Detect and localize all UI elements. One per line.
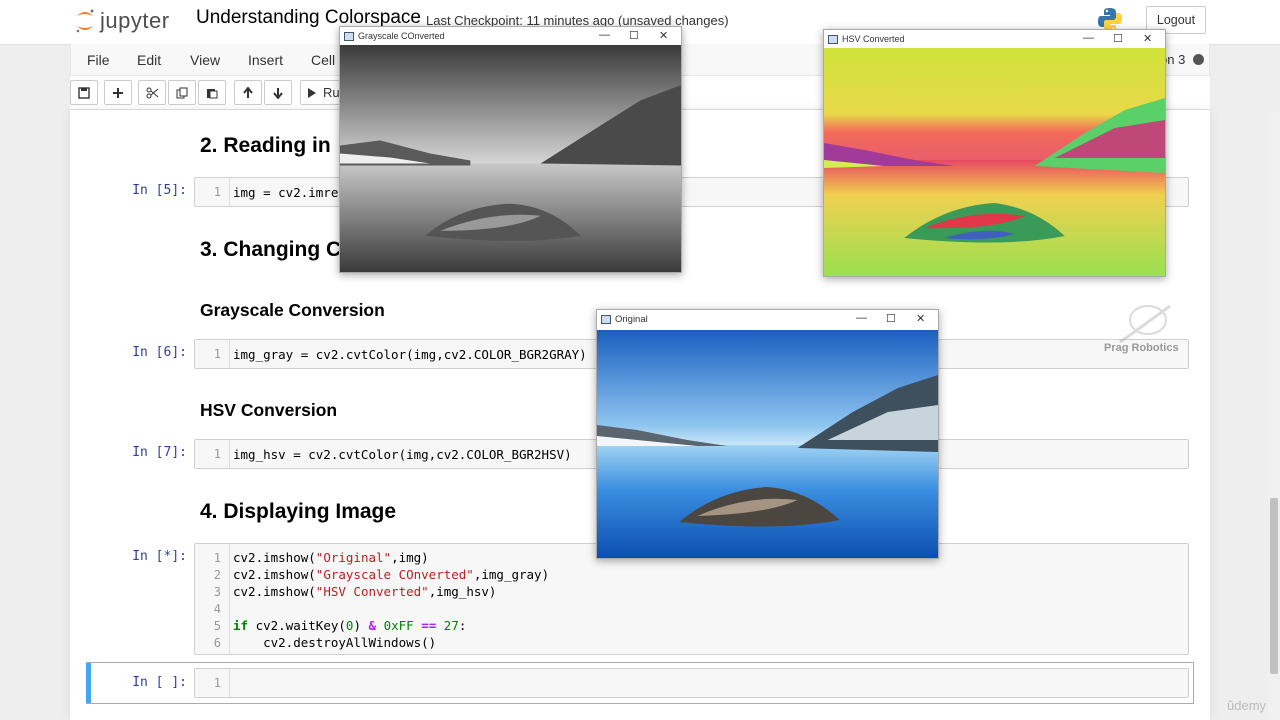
original-image — [597, 330, 938, 558]
code-line: if cv2.waitKey(0) & 0xFF == 27: — [233, 618, 467, 633]
hsv-image — [824, 48, 1165, 276]
cut-button[interactable] — [138, 80, 166, 105]
close-icon[interactable]: ✕ — [1143, 32, 1152, 45]
plus-icon — [113, 87, 123, 98]
window-titlebar[interactable]: HSV Converted — ☐ ✕ — [824, 30, 1165, 50]
heading-displaying: 4. Displaying Image — [200, 500, 397, 523]
prompt-in-5: In [5]: — [132, 183, 187, 198]
code-cell-8[interactable]: 1 2 3 4 5 6 cv2.imshow("Original",img) c… — [194, 543, 1189, 655]
line-number: 2 — [213, 568, 221, 582]
move-up-button[interactable] — [234, 80, 262, 105]
copy-button[interactable] — [168, 80, 196, 105]
heading-grayscale: Grayscale Conversion — [200, 300, 385, 320]
line-number: 3 — [213, 585, 221, 599]
prag-robotics-logo-icon — [1119, 304, 1171, 344]
code-line: cv2.destroyAllWindows() — [233, 635, 437, 650]
kernel-busy-indicator — [1193, 54, 1204, 65]
save-icon — [78, 86, 90, 99]
line-gutter: 1 — [195, 340, 230, 368]
menu-edit[interactable]: Edit — [137, 52, 161, 68]
heading-hsv: HSV Conversion — [200, 400, 338, 420]
menu-cell[interactable]: Cell — [311, 52, 335, 68]
close-icon[interactable]: ✕ — [659, 29, 668, 42]
window-app-icon — [601, 315, 611, 324]
arrow-up-icon — [243, 86, 253, 98]
play-icon — [308, 87, 316, 98]
prompt-in-7: In [7]: — [132, 445, 187, 460]
maximize-icon[interactable]: ☐ — [886, 312, 896, 325]
prompt-in-empty: In [ ]: — [132, 675, 187, 690]
line-gutter: 1 — [195, 178, 230, 206]
menu-insert[interactable]: Insert — [248, 52, 283, 68]
line-number: 1 — [213, 347, 221, 361]
grayscale-window[interactable]: Grayscale COnverted — ☐ ✕ — [339, 26, 682, 273]
copy-icon — [176, 87, 188, 98]
run-label: Ru — [323, 85, 340, 100]
window-titlebar[interactable]: Grayscale COnverted — ☐ ✕ — [340, 27, 681, 47]
line-number: 4 — [213, 602, 221, 616]
udemy-watermark: ûdemy — [1227, 698, 1267, 713]
window-title: Original — [615, 314, 648, 325]
window-title: Grayscale COnverted — [358, 31, 445, 41]
paste-icon — [207, 88, 218, 98]
maximize-icon[interactable]: ☐ — [1113, 32, 1123, 45]
paste-button[interactable] — [198, 80, 226, 105]
window-titlebar[interactable]: Original — ☐ ✕ — [597, 310, 938, 330]
code-line: img_gray = cv2.cvtColor(img,cv2.COLOR_BG… — [233, 347, 587, 362]
scrollbar-thumb[interactable] — [1270, 498, 1278, 674]
line-number: 6 — [213, 636, 221, 650]
minimize-icon[interactable]: — — [1083, 32, 1094, 44]
insert-cell-button[interactable] — [104, 80, 132, 105]
code-line: cv2.imshow("HSV Converted",img_hsv) — [233, 584, 497, 599]
code-cell-empty[interactable]: 1 — [194, 668, 1189, 698]
grayscale-image — [340, 45, 681, 272]
window-app-icon — [828, 35, 838, 44]
heading-reading: 2. Reading in — [200, 134, 331, 157]
line-number: 1 — [213, 185, 221, 199]
window-app-icon — [344, 32, 354, 41]
menu-file[interactable]: File — [87, 52, 110, 68]
line-gutter: 1 2 3 4 5 6 — [195, 544, 230, 654]
minimize-icon[interactable]: — — [599, 29, 610, 41]
line-gutter: 1 — [195, 669, 230, 697]
scissors-icon — [146, 87, 158, 98]
watermark-brand: Prag Robotics — [1104, 342, 1179, 354]
prompt-in-6: In [6]: — [132, 345, 187, 360]
prompt-in-running: In [*]: — [132, 549, 187, 564]
menu-view[interactable]: View — [190, 52, 220, 68]
arrow-down-icon — [273, 87, 283, 99]
logo-text: jupyter — [100, 8, 170, 33]
code-line: cv2.imshow("Grayscale COnverted",img_gra… — [233, 567, 550, 582]
line-number: 1 — [213, 551, 221, 565]
line-gutter: 1 — [195, 440, 230, 468]
close-icon[interactable]: ✕ — [916, 312, 925, 325]
line-number: 5 — [213, 619, 221, 633]
code-line: img = cv2.imre — [233, 185, 339, 200]
jupyter-logo[interactable]: jupyter — [74, 6, 170, 36]
line-number: 1 — [213, 676, 221, 690]
line-number: 1 — [213, 447, 221, 461]
window-title: HSV Converted — [842, 34, 905, 44]
heading-changing: 3. Changing C — [200, 238, 342, 261]
maximize-icon[interactable]: ☐ — [629, 29, 639, 42]
original-window[interactable]: Original — ☐ ✕ — [596, 309, 939, 559]
minimize-icon[interactable]: — — [856, 312, 867, 324]
code-line: img_hsv = cv2.cvtColor(img,cv2.COLOR_BGR… — [233, 447, 572, 462]
code-line: cv2.imshow("Original",img) — [233, 550, 429, 565]
move-down-button[interactable] — [264, 80, 292, 105]
jupyter-icon — [76, 9, 94, 33]
save-button[interactable] — [70, 80, 98, 105]
hsv-window[interactable]: HSV Converted — ☐ ✕ — [823, 29, 1166, 277]
